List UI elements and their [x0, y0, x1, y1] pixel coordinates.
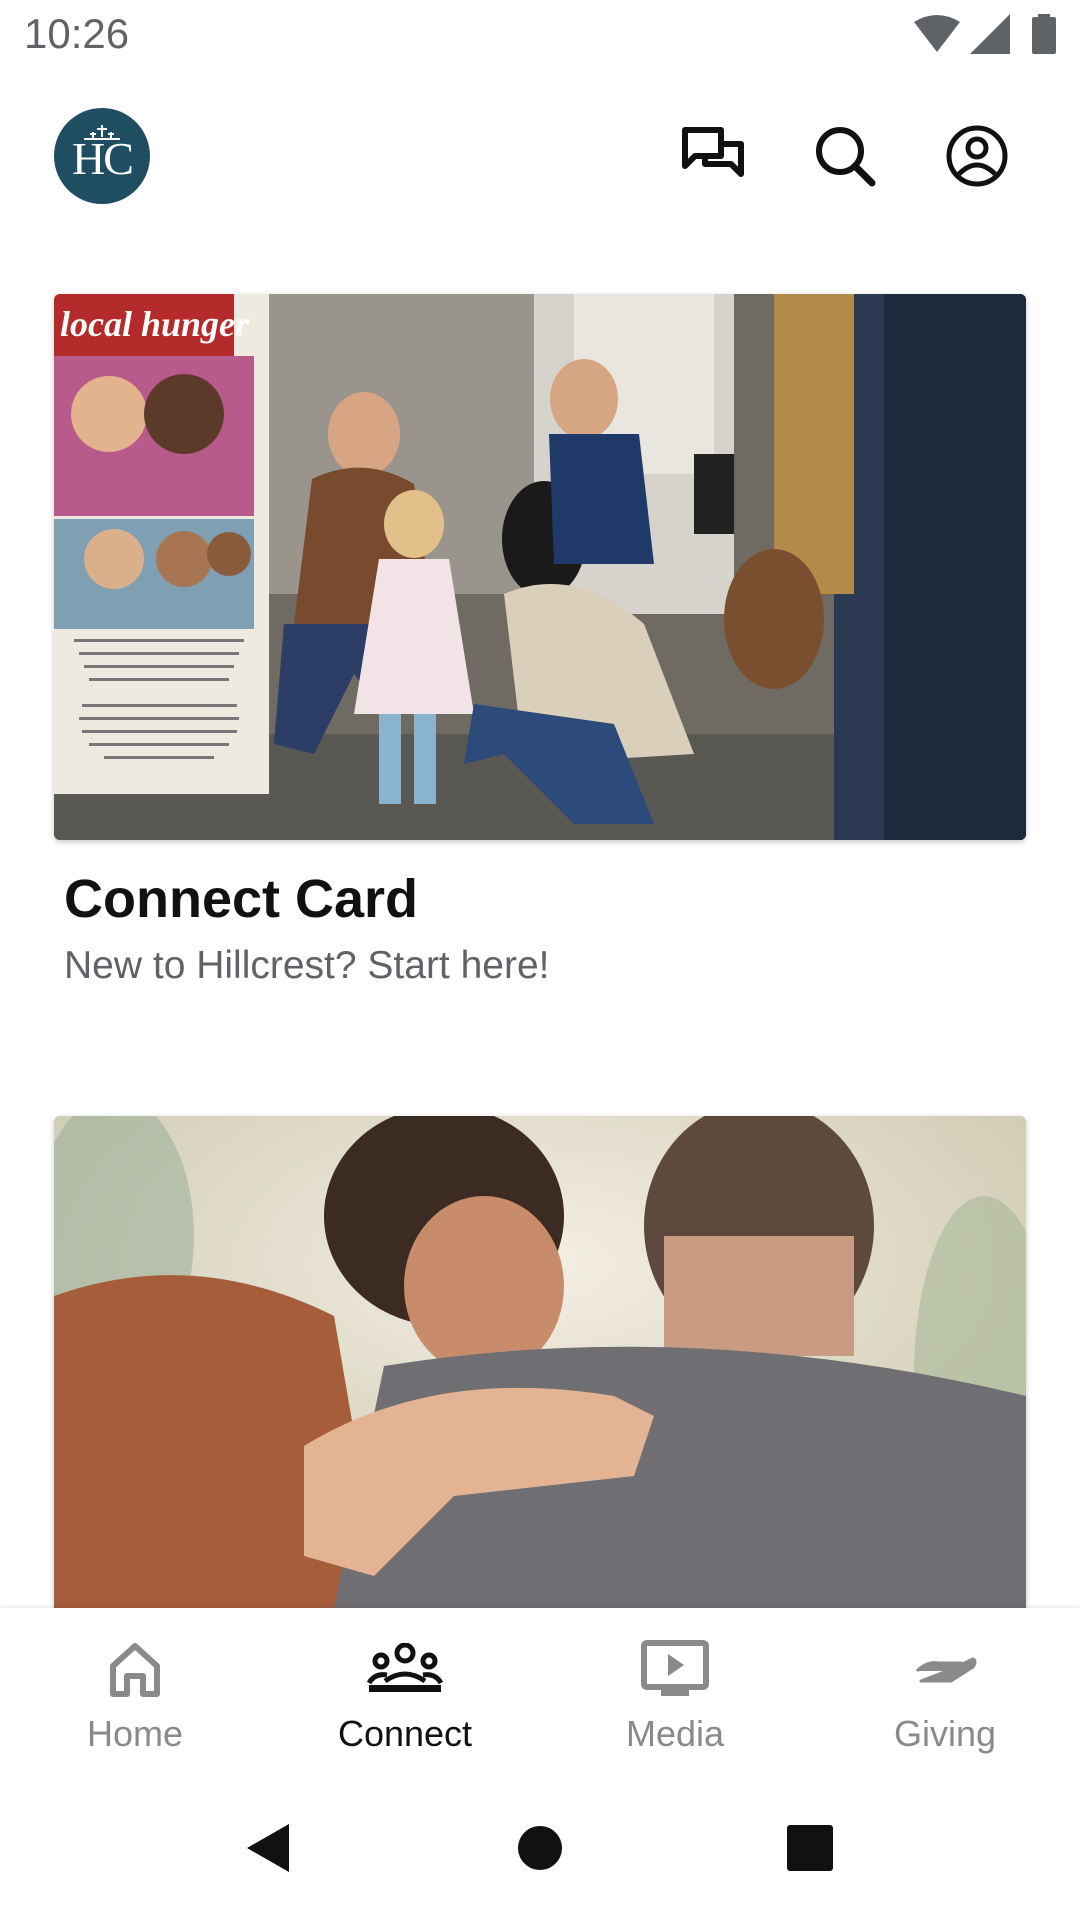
tab-giving[interactable]: Giving — [810, 1608, 1080, 1778]
square-recents-icon — [787, 1825, 833, 1871]
app-screen: 10:26 HC local hunger Connect Card New t… — [0, 0, 1080, 1920]
circle-home-icon — [518, 1826, 562, 1870]
wifi-icon — [914, 15, 960, 52]
media-icon — [641, 1640, 709, 1696]
home-nav-button[interactable] — [510, 1818, 570, 1878]
search-button[interactable] — [810, 121, 880, 191]
signal-icon — [970, 14, 1010, 54]
tab-media-label: Media — [625, 1713, 725, 1754]
connect-card-image[interactable]: local hunger — [54, 294, 1026, 840]
person-figure — [328, 392, 400, 476]
tab-home-label: Home — [86, 1713, 184, 1754]
battery-icon — [1032, 14, 1056, 54]
chat-icon — [682, 127, 744, 177]
profile-button[interactable] — [942, 121, 1012, 191]
card-title[interactable]: Connect Card — [64, 868, 418, 930]
tab-connect-label: Connect — [337, 1713, 473, 1754]
tab-home[interactable]: Home — [0, 1608, 270, 1778]
home-icon — [110, 1643, 160, 1697]
system-nav-bar — [0, 1778, 1080, 1920]
tab-giving-label: Giving — [893, 1713, 997, 1754]
giving-icon — [915, 1657, 977, 1683]
prayer-card-image[interactable] — [54, 1116, 1026, 1608]
messages-button[interactable] — [678, 121, 748, 191]
tab-connect[interactable]: Connect — [270, 1608, 540, 1778]
logo-text: HC — [72, 133, 134, 184]
back-button[interactable] — [238, 1818, 298, 1878]
status-bar: 10:26 — [0, 0, 1080, 72]
card-subtitle: New to Hillcrest? Start here! — [64, 944, 550, 987]
tab-media[interactable]: Media — [540, 1608, 810, 1778]
recents-button[interactable] — [780, 1818, 840, 1878]
church-logo[interactable]: HC — [54, 108, 150, 204]
search-icon — [816, 127, 876, 187]
account-icon — [946, 125, 1008, 187]
poster-title: local hunger — [60, 304, 250, 344]
people-icon — [367, 1643, 443, 1692]
back-icon — [247, 1824, 289, 1872]
app-header: HC — [0, 72, 1080, 242]
status-time: 10:26 — [24, 10, 130, 57]
bottom-tab-bar: Home Connect Media Giving — [0, 1608, 1080, 1778]
